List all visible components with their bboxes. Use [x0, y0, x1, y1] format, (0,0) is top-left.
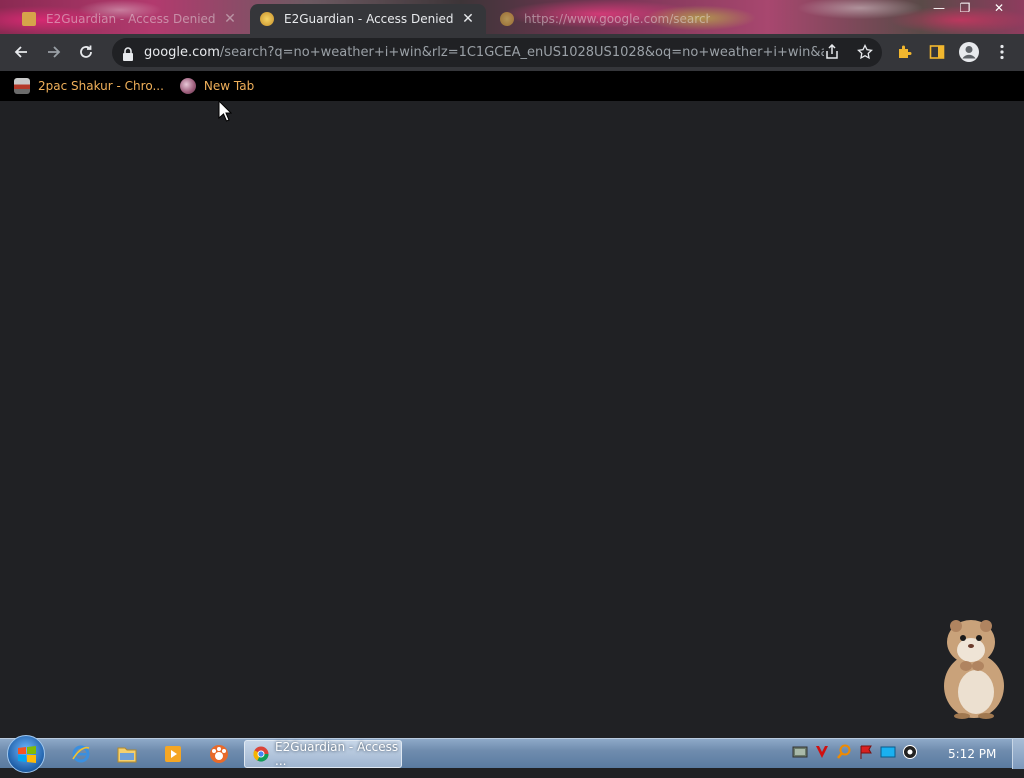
avatar-icon	[959, 42, 979, 62]
puzzle-icon	[899, 45, 912, 58]
taskbar-media-player[interactable]	[156, 742, 190, 766]
show-desktop-button[interactable]	[1012, 739, 1024, 769]
tab-favicon-icon	[22, 12, 36, 26]
star-icon	[857, 43, 873, 60]
bookmark-new-tab[interactable]: New Tab	[179, 78, 255, 94]
antivirus-tray-icon[interactable]	[814, 744, 830, 760]
chrome-icon	[253, 746, 269, 762]
bookmarks-bar: 2pac Shakur - Chro... New Tab	[0, 71, 1024, 101]
address-bar[interactable]: google.com/search?q=no+weather+i+win&rlz…	[112, 38, 882, 67]
tab-close-icon[interactable]: ✕	[460, 11, 476, 27]
tab-e2guardian-active[interactable]: E2Guardian - Access Denied ✕	[250, 4, 486, 34]
tab-favicon-icon	[500, 12, 514, 26]
browser-toolbar: google.com/search?q=no+weather+i+win&rlz…	[0, 34, 1024, 71]
bookmark-favicon-icon	[14, 78, 30, 94]
menu-button[interactable]	[988, 38, 1016, 66]
browser-window: E2Guardian - Access Denied ✕ E2Guardian …	[0, 0, 1024, 738]
url-host: google.com	[144, 45, 220, 60]
taskbar-internet-explorer[interactable]	[64, 742, 98, 766]
tab-title: E2Guardian - Access Denied	[46, 12, 216, 26]
taskbar-chrome-window[interactable]: E2Guardian - Access ...	[244, 740, 402, 768]
bookmark-star-button[interactable]	[857, 43, 873, 64]
profile-button[interactable]	[955, 38, 983, 66]
paw-app-icon	[210, 745, 228, 763]
extensions-button[interactable]	[891, 38, 919, 66]
windows-logo-icon	[18, 746, 36, 763]
start-button[interactable]	[7, 735, 45, 773]
search-tray-icon[interactable]	[836, 744, 852, 760]
bookmark-label: 2pac Shakur - Chro...	[38, 79, 164, 93]
forward-button[interactable]	[40, 38, 68, 66]
folder-icon	[117, 747, 137, 763]
close-window-button[interactable]: ✕	[986, 0, 1012, 18]
reload-icon	[80, 45, 92, 58]
share-icon	[826, 43, 838, 59]
minimize-button[interactable]: —	[926, 0, 952, 18]
tab-google-search[interactable]: https://www.google.com/search	[490, 4, 720, 34]
internet-explorer-icon	[72, 745, 90, 763]
flag-tray-icon[interactable]	[858, 744, 874, 760]
lock-icon[interactable]	[122, 46, 134, 61]
kebab-menu-icon	[1000, 44, 1004, 60]
arrow-right-icon	[48, 46, 61, 58]
taskbar: E2Guardian - Access ... 5:12 PM	[0, 735, 1024, 773]
reload-button[interactable]	[72, 38, 100, 66]
share-button[interactable]	[824, 43, 840, 64]
network-tray-icon[interactable]	[792, 744, 808, 760]
back-button[interactable]	[7, 38, 35, 66]
tab-title: https://www.google.com/search	[524, 12, 710, 26]
tab-strip: E2Guardian - Access Denied ✕ E2Guardian …	[0, 0, 1024, 34]
hamster-mascot-icon	[944, 620, 1004, 719]
tab-close-icon[interactable]: ✕	[222, 11, 238, 27]
display-tray-icon[interactable]	[880, 744, 896, 760]
arrow-left-icon	[14, 46, 27, 58]
url-path: /search?q=no+weather+i+win&rlz=1C1GCEA_e…	[219, 45, 824, 60]
taskbar-explorer[interactable]	[110, 742, 144, 766]
mouse-cursor-icon	[218, 100, 232, 122]
taskbar-clock[interactable]: 5:12 PM	[948, 747, 996, 761]
side-panel-button[interactable]	[923, 38, 951, 66]
url-text[interactable]: google.com/search?q=no+weather+i+win&rlz…	[144, 45, 824, 60]
taskbar-app-paw[interactable]	[202, 742, 236, 766]
tab-e2guardian-1[interactable]: E2Guardian - Access Denied ✕	[12, 4, 248, 34]
bookmark-2pac[interactable]: 2pac Shakur - Chro...	[14, 78, 164, 94]
taskbar-task-label: E2Guardian - Access ...	[275, 740, 399, 768]
media-player-icon	[165, 746, 181, 762]
page-content	[0, 101, 1024, 738]
system-tray	[792, 744, 918, 760]
tab-title: E2Guardian - Access Denied	[284, 12, 454, 26]
volume-tray-icon[interactable]	[902, 744, 918, 760]
bookmark-label: New Tab	[203, 79, 255, 93]
new-tab-favicon-icon	[179, 78, 196, 94]
tab-favicon-icon	[260, 12, 274, 26]
maximize-button[interactable]: ❐	[952, 0, 978, 18]
side-panel-icon	[929, 45, 945, 59]
